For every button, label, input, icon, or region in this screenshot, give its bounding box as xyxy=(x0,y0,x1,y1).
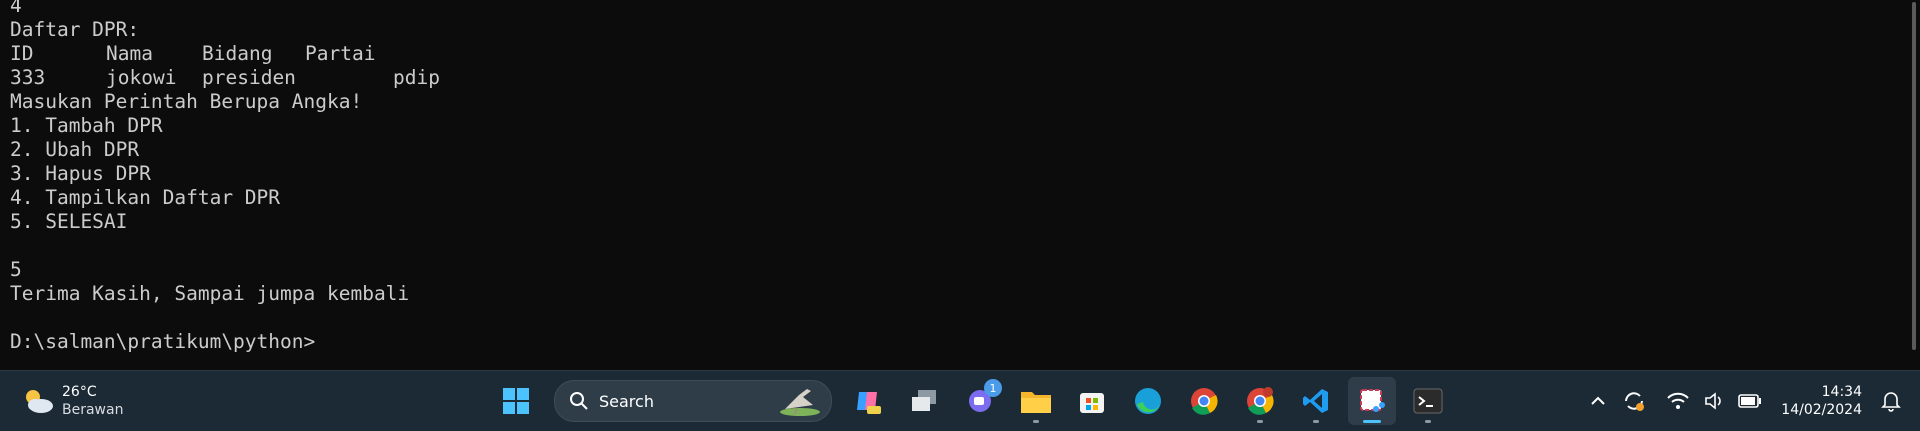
start-button[interactable] xyxy=(492,377,540,425)
chrome-icon xyxy=(1247,387,1274,415)
terminal-text: 4. Tampilkan Daftar DPR xyxy=(10,186,281,209)
terminal-text: 4 xyxy=(10,0,22,17)
folder-icon xyxy=(1021,392,1051,413)
clock[interactable]: 14:34 14/02/2024 xyxy=(1781,383,1862,419)
terminal-line: ID Nama Bidang Partai xyxy=(10,42,409,66)
task-view-icon xyxy=(912,390,936,411)
edge-icon xyxy=(1135,388,1161,414)
chat-badge: 1 xyxy=(984,379,1002,397)
search-icon xyxy=(570,392,588,410)
taskbar: 26°C Berawan Search 1 14:34 14/02/2024 xyxy=(0,370,1920,431)
vscode-icon xyxy=(1303,389,1328,413)
search-label: Search xyxy=(599,391,654,411)
speaker-icon xyxy=(1705,392,1722,410)
wifi-icon xyxy=(1667,392,1690,409)
terminal-text: Terima Kasih, Sampai jumpa kembali xyxy=(10,282,410,305)
chrome-profile-button[interactable] xyxy=(1236,377,1284,425)
terminal-line: Masukan Perintah Berupa Angka! xyxy=(10,90,409,114)
terminal-column-cell: ID xyxy=(10,42,34,65)
network-button[interactable] xyxy=(1663,386,1693,416)
microsoft-store-button[interactable] xyxy=(1068,377,1116,425)
search-highlight-bird-icon xyxy=(780,389,820,416)
weather-condition: Berawan xyxy=(62,402,124,418)
terminal-text: D:\salman\pratikum\python> xyxy=(10,330,316,353)
copilot-button[interactable] xyxy=(844,377,892,425)
snipping-tool-icon xyxy=(1360,389,1385,412)
sync-icon xyxy=(1625,392,1645,411)
vscode-button[interactable] xyxy=(1292,377,1340,425)
running-indicator xyxy=(1033,420,1039,423)
terminal-column-cell: Nama xyxy=(106,42,153,65)
taskbar-apps: Search 1 xyxy=(492,377,1460,425)
terminal-text: 5. SELESAI xyxy=(10,210,128,233)
show-hidden-icons-button[interactable] xyxy=(1583,386,1613,416)
notification-bell-icon xyxy=(1881,392,1901,412)
store-icon xyxy=(1080,393,1104,413)
chat-button[interactable]: 1 xyxy=(956,377,1004,425)
terminal-line: 333 jokowi presiden pdip xyxy=(10,66,440,90)
chrome-icon xyxy=(1191,388,1218,415)
chrome-button[interactable] xyxy=(1180,377,1228,425)
terminal-line: Terima Kasih, Sampai jumpa kembali xyxy=(10,282,409,306)
terminal-scrollbar[interactable] xyxy=(1912,2,1916,350)
terminal-column-cell: Partai xyxy=(305,42,376,65)
clock-time: 14:34 xyxy=(1821,384,1862,400)
taskbar-search[interactable]: Search xyxy=(554,380,832,422)
terminal-line: 2. Ubah DPR xyxy=(10,138,409,162)
terminal-column-cell: 333 xyxy=(10,66,46,89)
running-indicator xyxy=(1425,420,1431,423)
terminal-text: 2. Ubah DPR xyxy=(10,138,140,161)
terminal-column-cell: pdip xyxy=(393,66,440,89)
terminal-line: D:\salman\pratikum\python> xyxy=(10,330,409,354)
clock-date: 14/02/2024 xyxy=(1781,402,1862,418)
windows-logo-icon xyxy=(503,388,529,414)
battery-button[interactable] xyxy=(1735,386,1765,416)
terminal-column-cell: jokowi xyxy=(106,66,177,89)
terminal-line: Daftar DPR: xyxy=(10,18,409,42)
terminal-output: 4 Daftar DPR: ID Nama Bidang Partai 333 jokowi p… xyxy=(10,0,440,354)
terminal-text: Daftar DPR: xyxy=(10,18,140,41)
terminal-line: 1. Tambah DPR xyxy=(10,114,409,138)
sync-status-button[interactable] xyxy=(1619,386,1649,416)
copilot-icon xyxy=(857,392,881,414)
battery-icon xyxy=(1738,394,1762,408)
partly-cloudy-icon xyxy=(26,390,53,413)
terminal-column-cell: Bidang xyxy=(202,42,273,65)
running-indicator xyxy=(1363,420,1381,423)
chevron-up-icon xyxy=(1591,396,1606,405)
system-tray: 14:34 14/02/2024 xyxy=(1583,371,1920,431)
terminal-text: Masukan Perintah Berupa Angka! xyxy=(10,90,363,113)
weather-widget[interactable]: 26°C Berawan xyxy=(22,381,123,421)
notifications-button[interactable] xyxy=(1876,386,1906,416)
terminal-line: 4 xyxy=(10,0,409,18)
terminal-window[interactable]: 4 Daftar DPR: ID Nama Bidang Partai 333 jokowi p… xyxy=(0,0,1920,369)
terminal-line: 3. Hapus DPR xyxy=(10,162,409,186)
terminal-line: 4. Tampilkan Daftar DPR xyxy=(10,186,409,210)
snipping-tool-button[interactable] xyxy=(1348,377,1396,425)
terminal-text: 5 xyxy=(10,258,22,281)
running-indicator xyxy=(1257,420,1263,423)
terminal-button[interactable] xyxy=(1404,377,1452,425)
running-indicator xyxy=(1313,420,1319,423)
terminal-line: 5. SELESAI xyxy=(10,210,409,234)
volume-button[interactable] xyxy=(1699,386,1729,416)
edge-button[interactable] xyxy=(1124,377,1172,425)
terminal-text: 1. Tambah DPR xyxy=(10,114,163,137)
terminal-column-cell: presiden xyxy=(202,66,296,89)
terminal-icon xyxy=(1413,388,1443,414)
terminal-line: 5 xyxy=(10,258,409,282)
terminal-text: 3. Hapus DPR xyxy=(10,162,151,185)
weather-temperature: 26°C xyxy=(62,384,97,400)
file-explorer-button[interactable] xyxy=(1012,377,1060,425)
task-view-button[interactable] xyxy=(900,377,948,425)
